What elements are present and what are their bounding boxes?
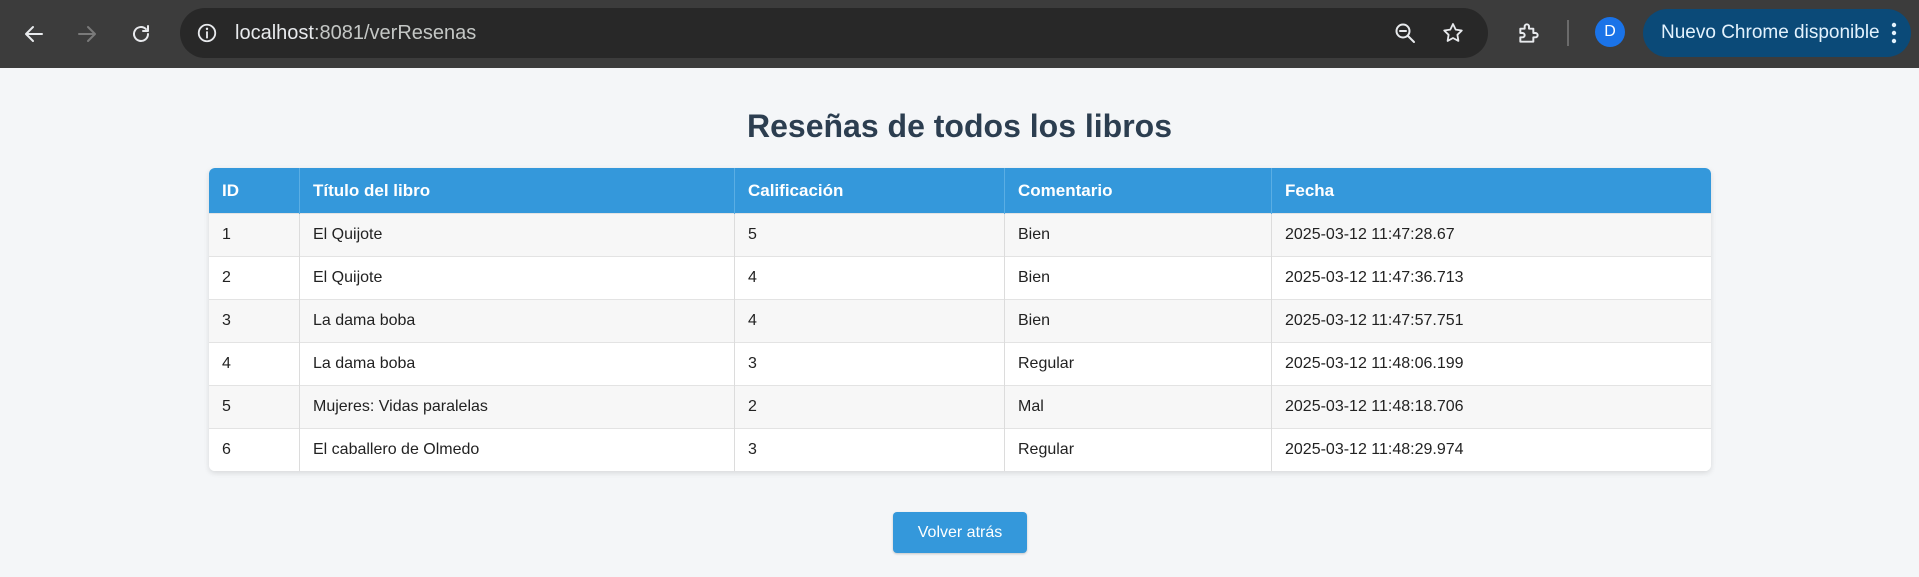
url-text[interactable]: localhost:8081/verResenas — [235, 8, 476, 58]
toolbar-divider — [1567, 20, 1569, 46]
cell-date: 2025-03-12 11:48:06.199 — [1271, 342, 1711, 386]
cell-date: 2025-03-12 11:47:57.751 — [1271, 299, 1711, 343]
profile-avatar[interactable]: D — [1595, 17, 1625, 47]
cell-comment: Regular — [1004, 428, 1272, 471]
forward-button[interactable] — [67, 14, 107, 54]
page-content: Reseñas de todos los libros ID Título de… — [0, 68, 1919, 577]
info-icon — [197, 23, 217, 43]
cell-id: 5 — [209, 385, 300, 429]
arrow-right-icon — [78, 26, 96, 42]
table-row: 4 La dama boba 3 Regular 2025-03-12 11:4… — [209, 342, 1711, 386]
zoom-button[interactable] — [1390, 18, 1420, 48]
back-button-page[interactable]: Volver atrás — [893, 512, 1027, 553]
cell-rating: 2 — [734, 385, 1005, 429]
table-row: 6 El caballero de Olmedo 3 Regular 2025-… — [209, 428, 1711, 471]
cell-comment: Mal — [1004, 385, 1272, 429]
cell-book-title: El Quijote — [299, 256, 735, 300]
cell-book-title: La dama boba — [299, 299, 735, 343]
cell-rating: 4 — [734, 299, 1005, 343]
header-rating: Calificación — [734, 168, 1005, 214]
cell-date: 2025-03-12 11:48:18.706 — [1271, 385, 1711, 429]
cell-date: 2025-03-12 11:48:29.974 — [1271, 428, 1711, 471]
kebab-icon — [1891, 22, 1897, 44]
cell-id: 2 — [209, 256, 300, 300]
table-row: 3 La dama boba 4 Bien 2025-03-12 11:47:5… — [209, 299, 1711, 343]
site-info-button[interactable] — [194, 20, 220, 46]
header-date: Fecha — [1271, 168, 1711, 214]
cell-book-title: La dama boba — [299, 342, 735, 386]
cell-id: 3 — [209, 299, 300, 343]
address-bar[interactable]: localhost:8081/verResenas — [180, 8, 1488, 58]
cell-comment: Regular — [1004, 342, 1272, 386]
bookmark-button[interactable] — [1438, 18, 1468, 48]
cell-rating: 4 — [734, 256, 1005, 300]
puzzle-icon — [1519, 23, 1539, 43]
header-id: ID — [209, 168, 300, 214]
table-header-row: ID Título del libro Calificación Comenta… — [209, 168, 1711, 214]
chrome-update-button[interactable]: Nuevo Chrome disponible — [1643, 9, 1911, 57]
reviews-table: ID Título del libro Calificación Comenta… — [209, 168, 1711, 471]
table-row: 1 El Quijote 5 Bien 2025-03-12 11:47:28.… — [209, 213, 1711, 257]
cell-id: 4 — [209, 342, 300, 386]
reload-button[interactable] — [121, 14, 161, 54]
star-icon — [1443, 23, 1463, 42]
url-path: /verResenas — [364, 22, 477, 44]
reload-icon — [133, 25, 149, 42]
cell-rating: 5 — [734, 213, 1005, 257]
url-port: :8081 — [313, 22, 364, 44]
table-row: 2 El Quijote 4 Bien 2025-03-12 11:47:36.… — [209, 256, 1711, 300]
cell-id: 6 — [209, 428, 300, 471]
table-row: 5 Mujeres: Vidas paralelas 2 Mal 2025-03… — [209, 385, 1711, 429]
page-title: Reseñas de todos los libros — [747, 108, 1172, 144]
header-book-title: Título del libro — [299, 168, 735, 214]
back-button[interactable] — [14, 14, 54, 54]
cell-book-title: El caballero de Olmedo — [299, 428, 735, 471]
cell-book-title: El Quijote — [299, 213, 735, 257]
cell-comment: Bien — [1004, 213, 1272, 257]
cell-comment: Bien — [1004, 299, 1272, 343]
cell-comment: Bien — [1004, 256, 1272, 300]
cell-rating: 3 — [734, 428, 1005, 471]
cell-date: 2025-03-12 11:47:28.67 — [1271, 213, 1711, 257]
zoom-icon — [1395, 23, 1415, 43]
cell-rating: 3 — [734, 342, 1005, 386]
cell-id: 1 — [209, 213, 300, 257]
reviews-table-container: ID Título del libro Calificación Comenta… — [209, 168, 1711, 471]
browser-toolbar: localhost:8081/verResenas D Nuevo Chrome… — [0, 0, 1919, 68]
url-host: localhost — [235, 22, 314, 44]
cell-book-title: Mujeres: Vidas paralelas — [299, 385, 735, 429]
arrow-left-icon — [25, 26, 43, 42]
cell-date: 2025-03-12 11:47:36.713 — [1271, 256, 1711, 300]
update-label: Nuevo Chrome disponible — [1661, 22, 1880, 43]
header-comment: Comentario — [1004, 168, 1272, 214]
extensions-button[interactable] — [1513, 17, 1545, 49]
